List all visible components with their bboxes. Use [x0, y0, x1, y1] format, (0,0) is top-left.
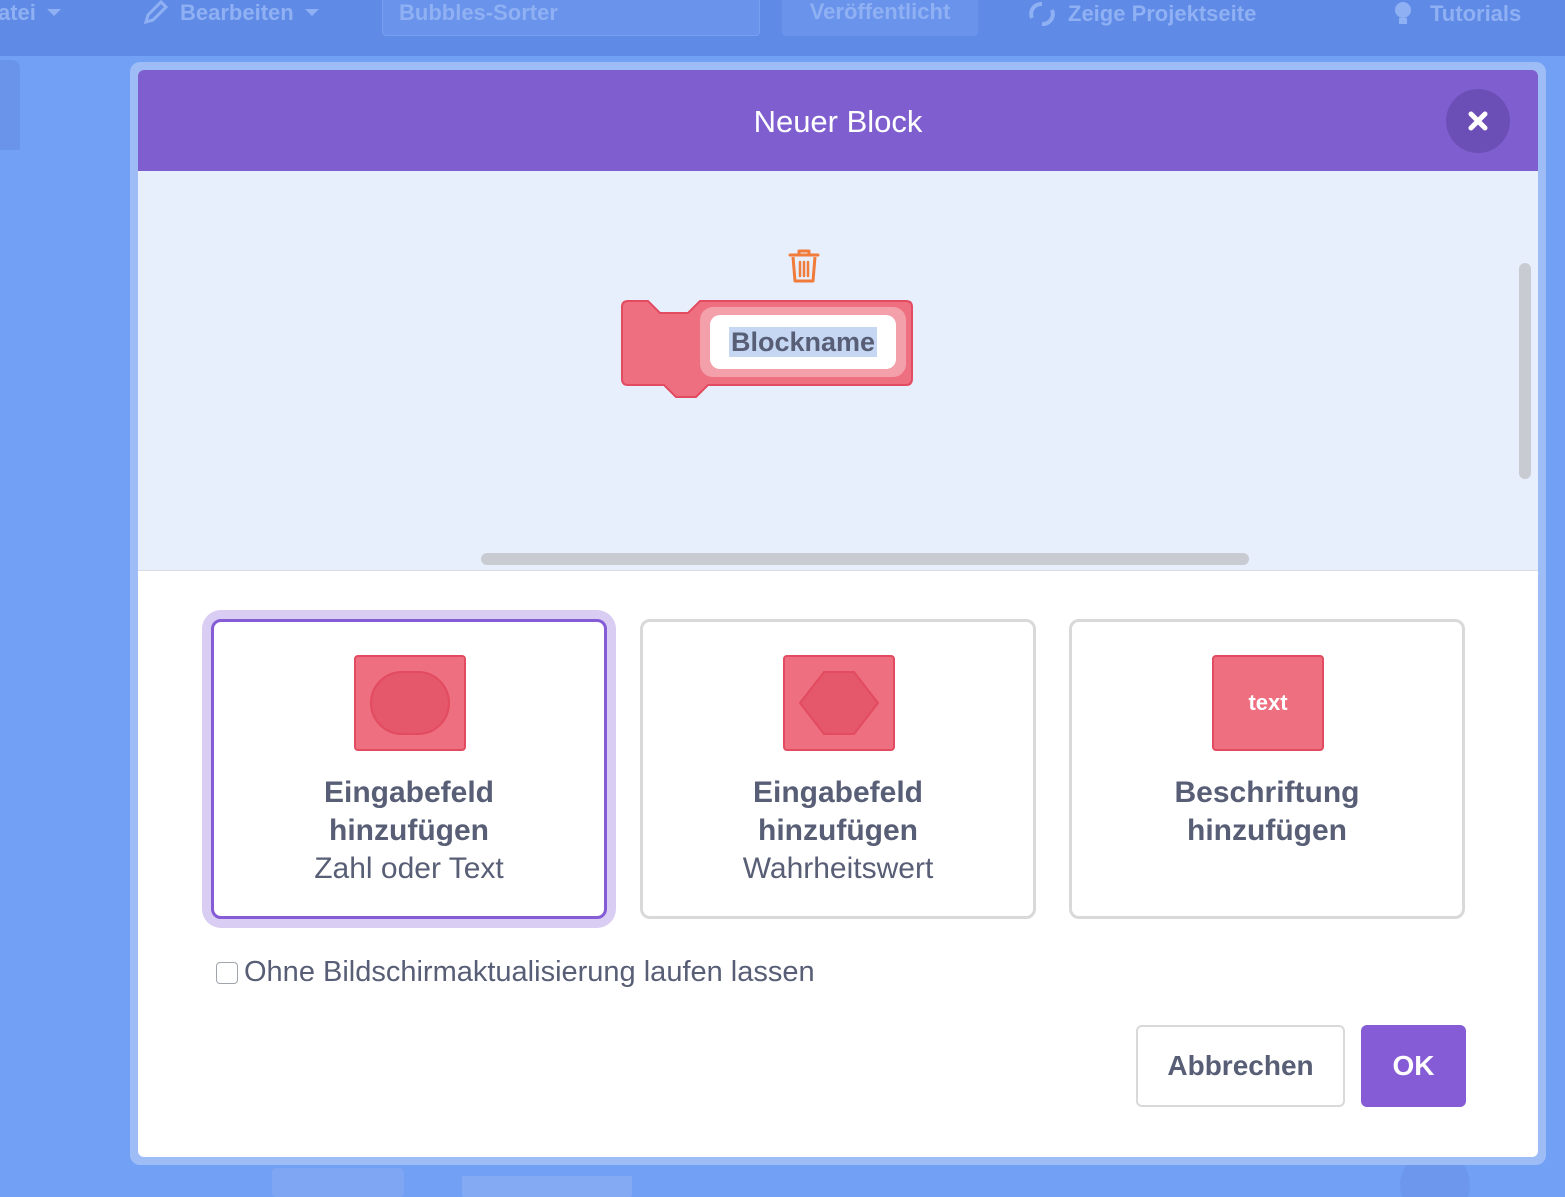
card-title: Beschriftung hinzufügen [1072, 774, 1462, 850]
trash-icon[interactable] [786, 247, 822, 285]
chevron-down-icon [46, 9, 61, 16]
card-title-line2: hinzufügen [1187, 814, 1347, 847]
label-icon-text: text [1248, 690, 1288, 715]
project-page-button[interactable]: Zeige Projektseite [1026, 0, 1256, 28]
pencil-icon [143, 0, 169, 25]
chevron-down-icon [304, 9, 319, 16]
card-title-line2: hinzufügen [758, 814, 918, 847]
run-without-refresh-label: Ohne Bildschirmaktualisierung laufen las… [244, 956, 815, 988]
card-title-line1: Eingabefeld [323, 776, 495, 809]
card-subtitle: Zahl oder Text [314, 852, 504, 885]
cancel-button[interactable]: Abbrechen [1136, 1025, 1345, 1107]
block-name-input[interactable]: Blockname [710, 315, 896, 369]
hexagon-input-shape [798, 671, 880, 735]
tutorials-label: Tutorials [1430, 1, 1522, 26]
menubar: atei Bearbeiten Bubbles-Sorter Veröffent… [0, 0, 1565, 56]
block-preview-workspace: Blockname [138, 171, 1538, 571]
vertical-scrollbar[interactable] [1519, 263, 1531, 479]
card-title: Eingabefeld hinzufügen [214, 774, 604, 850]
edit-menu-label: Bearbeiten [180, 0, 294, 25]
file-menu[interactable]: atei [0, 0, 62, 26]
card-title-line2: hinzufügen [329, 814, 489, 847]
dialog-header: Neuer Block [138, 70, 1538, 171]
card-subtitle: Wahrheitswert [742, 852, 934, 885]
block-name-text: Blockname [728, 327, 878, 357]
card-title-line1: Beschriftung [1174, 776, 1360, 809]
close-button[interactable] [1446, 89, 1510, 153]
label-icon: text [1212, 655, 1324, 751]
tutorials-button[interactable]: Tutorials [1386, 0, 1521, 28]
add-label-button[interactable]: text Beschriftung hinzufügen [1069, 619, 1465, 919]
card-title-line1: Eingabefeld [752, 776, 924, 809]
run-without-refresh-checkbox[interactable] [216, 961, 238, 984]
boolean-input-icon [783, 655, 895, 751]
run-without-refresh-option[interactable]: Ohne Bildschirmaktualisierung laufen las… [216, 956, 815, 989]
close-icon [1468, 111, 1488, 131]
file-menu-label: atei [0, 0, 36, 25]
dialog-title: Neuer Block [753, 104, 923, 139]
refresh-icon [1029, 2, 1055, 26]
card-title: Eingabefeld hinzufügen [643, 774, 1033, 850]
add-input-number-text-button[interactable]: Eingabefeld hinzufügen Zahl oder Text [211, 619, 607, 919]
rounded-input-shape [370, 671, 450, 735]
background-block [272, 1168, 404, 1197]
background-input [462, 1176, 632, 1197]
project-title-field[interactable]: Bubbles-Sorter [382, 0, 760, 36]
horizontal-scrollbar[interactable] [481, 553, 1249, 565]
published-label: Veröffentlicht [809, 0, 951, 24]
number-text-input-icon [354, 655, 466, 751]
lightbulb-icon [1395, 2, 1411, 24]
project-page-label: Zeige Projektseite [1068, 1, 1257, 26]
custom-block-dialog: Neuer Block Blockname Eingabefeld hinzuf… [138, 70, 1538, 1157]
published-button[interactable]: Veröffentlicht [782, 0, 978, 36]
edit-menu[interactable]: Bearbeiten [142, 0, 320, 26]
ok-button[interactable]: OK [1361, 1025, 1466, 1107]
add-input-boolean-button[interactable]: Eingabefeld hinzufügen Wahrheitswert [640, 619, 1036, 919]
background-panel [0, 60, 20, 150]
project-title-text: Bubbles-Sorter [399, 0, 558, 25]
